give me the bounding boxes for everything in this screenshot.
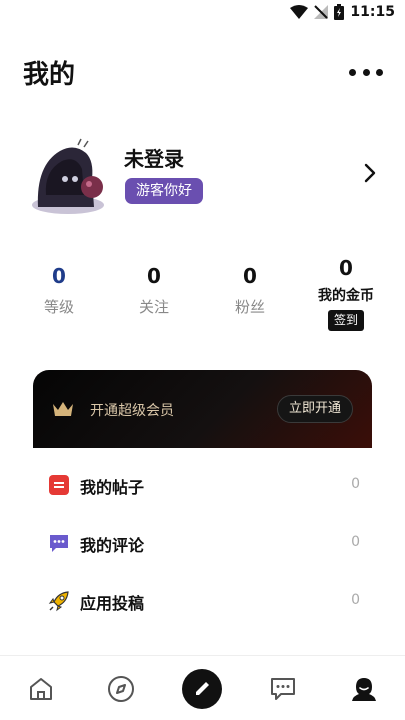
wifi-icon bbox=[290, 5, 309, 19]
tab-publish[interactable] bbox=[172, 656, 232, 720]
chevron-right-icon[interactable] bbox=[361, 162, 379, 184]
menu-item-my-posts[interactable]: 我的帖子 0 bbox=[0, 455, 405, 513]
dot-icon bbox=[362, 68, 370, 76]
vip-card[interactable]: 开通超级会员 立即开通 bbox=[33, 370, 372, 448]
vip-label: 开通超级会员 bbox=[90, 403, 174, 419]
publish-pen-icon bbox=[196, 681, 209, 695]
discover-compass-icon bbox=[108, 675, 134, 702]
username: 未登录 bbox=[124, 147, 184, 171]
submit-rocket-icon bbox=[48, 591, 69, 612]
battery-icon bbox=[334, 4, 345, 20]
guest-badge: 游客你好 bbox=[125, 178, 203, 204]
menu-label: 我的帖子 bbox=[80, 478, 145, 497]
stat-label: 关注 bbox=[138, 298, 169, 316]
stat-following[interactable]: 0 关注 bbox=[104, 253, 204, 317]
status-icons: 11:15 bbox=[290, 4, 395, 20]
comments-icon bbox=[50, 535, 68, 552]
menu-label: 我的评论 bbox=[80, 536, 145, 555]
avatar[interactable] bbox=[28, 135, 108, 215]
tab-messages[interactable] bbox=[253, 656, 313, 720]
profile-section[interactable]: 未登录 游客你好 bbox=[0, 130, 405, 220]
vip-open-button[interactable]: 立即开通 bbox=[276, 395, 353, 423]
tab-home[interactable] bbox=[11, 656, 71, 720]
stats-row: 0 等级 0 关注 0 粉丝 0 我的金币 签到 bbox=[0, 253, 405, 335]
stat-followers[interactable]: 0 粉丝 bbox=[200, 253, 300, 317]
checkin-button[interactable]: 签到 bbox=[327, 310, 364, 331]
tab-profile[interactable] bbox=[334, 656, 394, 720]
stat-value: 0 bbox=[339, 256, 353, 280]
dot-icon bbox=[349, 68, 356, 76]
dot-icon bbox=[376, 68, 383, 76]
menu-item-my-comments[interactable]: 我的评论 0 bbox=[0, 513, 405, 571]
menu-label: 应用投稿 bbox=[80, 594, 145, 613]
bottom-tab-bar bbox=[0, 655, 405, 720]
menu-count: 0 bbox=[351, 476, 360, 492]
no-signal-icon bbox=[314, 5, 329, 19]
stat-level[interactable]: 0 等级 bbox=[9, 253, 109, 317]
menu-item-app-submission[interactable]: 应用投稿 0 bbox=[0, 571, 405, 629]
profile-icon bbox=[352, 677, 376, 701]
home-icon bbox=[30, 677, 52, 700]
messages-icon bbox=[271, 677, 295, 700]
stat-label: 我的金币 bbox=[318, 288, 374, 304]
page-title: 我的 bbox=[23, 60, 76, 90]
tab-discover[interactable] bbox=[91, 656, 151, 720]
stat-value: 0 bbox=[52, 264, 66, 288]
menu-count: 0 bbox=[351, 534, 360, 550]
stat-coins[interactable]: 0 我的金币 签到 bbox=[296, 253, 396, 331]
stat-label: 粉丝 bbox=[234, 298, 265, 316]
posts-icon bbox=[49, 475, 69, 495]
menu-list: 我的帖子 0 我的评论 0 应用投稿 0 bbox=[0, 455, 405, 629]
crown-icon bbox=[53, 402, 73, 416]
menu-count: 0 bbox=[351, 592, 360, 608]
publish-button[interactable] bbox=[182, 668, 222, 709]
status-bar: 11:15 bbox=[0, 0, 405, 28]
stat-label: 等级 bbox=[43, 298, 74, 316]
more-options-button[interactable] bbox=[349, 60, 383, 84]
stat-value: 0 bbox=[243, 264, 257, 288]
stat-value: 0 bbox=[147, 264, 161, 288]
status-time: 11:15 bbox=[350, 4, 395, 20]
